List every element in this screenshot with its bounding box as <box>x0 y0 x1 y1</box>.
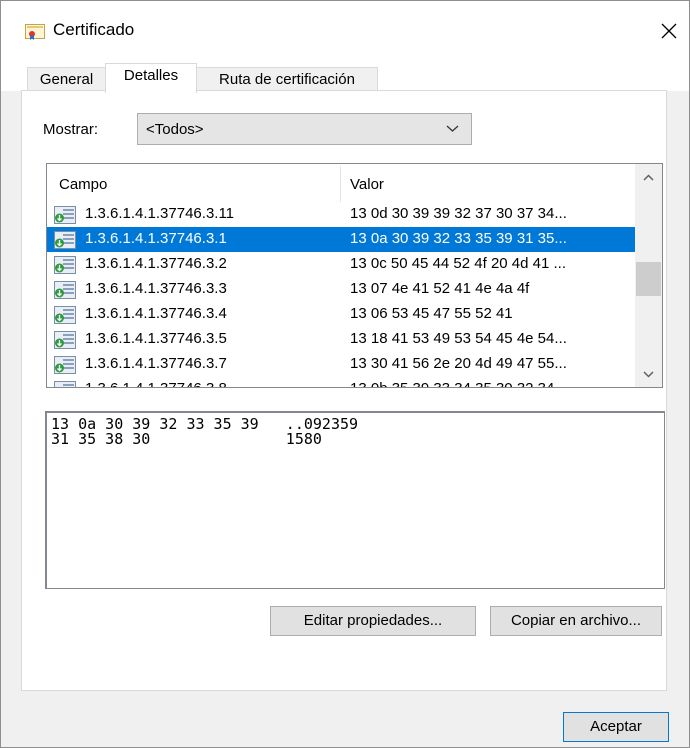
hex-line: 31 35 38 30 1580 <box>51 430 322 448</box>
column-header-campo[interactable]: Campo <box>59 176 107 193</box>
field-name: 1.3.6.1.4.1.37746.3.5 <box>85 330 227 347</box>
field-name: 1.3.6.1.4.1.37746.3.2 <box>85 255 227 272</box>
field-value: 13 06 53 45 47 55 52 41 <box>350 305 513 322</box>
certificate-field-icon <box>54 206 76 224</box>
chevron-down-icon <box>643 370 654 378</box>
certificate-dialog: Certificado General Detalles Ruta de cer… <box>0 0 690 748</box>
field-value: 13 18 41 53 49 53 54 45 4e 54... <box>350 330 567 347</box>
tab-label: Ruta de certificación <box>219 71 355 88</box>
tab-label: Detalles <box>123 67 179 84</box>
certificate-field-icon <box>54 281 76 299</box>
field-value: 13 07 4e 41 52 41 4e 4a 4f <box>350 280 530 297</box>
certificate-field-icon <box>54 331 76 349</box>
certificate-field-icon <box>54 306 76 324</box>
chevron-down-icon <box>446 125 459 132</box>
field-name: 1.3.6.1.4.1.37746.3.11 <box>85 205 235 222</box>
list-item[interactable]: 1.3.6.1.4.1.37746.3.7 13 30 41 56 2e 20 4… <box>47 352 635 377</box>
show-filter-label: Mostrar: <box>43 121 99 138</box>
field-name: 1.3.6.1.4.1.37746.3.8 <box>85 380 227 387</box>
list-item[interactable]: 1.3.6.1.4.1.37746.3.5 13 18 41 53 49 53 5… <box>47 327 635 352</box>
title-bar: Certificado <box>1 1 689 63</box>
tab-detalles[interactable]: Detalles <box>105 63 197 93</box>
certificate-field-icon <box>54 381 76 387</box>
field-name: 1.3.6.1.4.1.37746.3.3 <box>85 280 227 297</box>
field-name: 1.3.6.1.4.1.37746.3.4 <box>85 305 227 322</box>
show-filter-select[interactable]: <Todos> <box>137 113 472 145</box>
field-value-textbox[interactable]: 13 0a 30 39 32 33 35 39 ..092359 31 35 3… <box>45 411 665 589</box>
list-item[interactable]: 1.3.6.1.4.1.37746.3.4 13 06 53 45 47 55 5… <box>47 302 635 327</box>
window-title: Certificado <box>53 20 135 39</box>
tab-general[interactable]: General <box>27 67 106 92</box>
list-item[interactable]: 1.3.6.1.4.1.37746.3.8 13 0b 35 39 33 34 3… <box>47 377 635 387</box>
column-divider[interactable] <box>340 166 341 202</box>
certificate-icon <box>25 24 45 40</box>
ok-button[interactable]: Aceptar <box>563 712 669 742</box>
close-button[interactable] <box>651 13 687 49</box>
fields-list[interactable]: Campo Valor 1.3.6.1.4.1.37746.3.11 13 0d … <box>46 163 663 388</box>
vertical-scrollbar[interactable] <box>635 164 662 387</box>
column-header-valor[interactable]: Valor <box>350 176 384 193</box>
tab-ruta-certificacion[interactable]: Ruta de certificación <box>196 67 378 92</box>
scroll-thumb[interactable] <box>636 262 661 296</box>
chevron-up-icon <box>643 173 654 181</box>
field-name: 1.3.6.1.4.1.37746.3.1 <box>85 230 227 247</box>
edit-properties-button[interactable]: Editar propiedades... <box>270 606 476 636</box>
tab-strip: General Detalles Ruta de certificación <box>1 63 689 93</box>
field-value: 13 0a 30 39 32 33 35 39 31 35... <box>350 230 567 247</box>
field-name: 1.3.6.1.4.1.37746.3.7 <box>85 355 227 372</box>
field-value: 13 0d 30 39 39 32 37 30 37 34... <box>350 205 567 222</box>
field-value: 13 30 41 56 2e 20 4d 49 47 55... <box>350 355 567 372</box>
field-value: 13 0c 50 45 44 52 4f 20 4d 41 ... <box>350 255 567 272</box>
list-item[interactable]: 1.3.6.1.4.1.37746.3.11 13 0d 30 39 39 32 … <box>47 202 635 227</box>
copy-to-file-button[interactable]: Copiar en archivo... <box>490 606 662 636</box>
show-filter-value: <Todos> <box>146 121 204 138</box>
scroll-up-button[interactable] <box>635 164 662 190</box>
certificate-field-icon <box>54 256 76 274</box>
list-item[interactable]: 1.3.6.1.4.1.37746.3.2 13 0c 50 45 44 52 4… <box>47 252 635 277</box>
list-item[interactable]: 1.3.6.1.4.1.37746.3.1 13 0a 30 39 32 33 3… <box>47 227 635 252</box>
field-value: 13 0b 35 39 33 34 35 30 32 34... <box>350 380 567 387</box>
certificate-field-icon <box>54 231 76 249</box>
scroll-down-button[interactable] <box>635 361 662 387</box>
close-icon <box>661 23 677 39</box>
certificate-field-icon <box>54 356 76 374</box>
list-rows: 1.3.6.1.4.1.37746.3.11 13 0d 30 39 39 32 … <box>47 202 635 387</box>
list-item[interactable]: 1.3.6.1.4.1.37746.3.3 13 07 4e 41 52 41 4… <box>47 277 635 302</box>
list-header: Campo Valor <box>47 164 635 202</box>
tab-label: General <box>39 71 94 88</box>
